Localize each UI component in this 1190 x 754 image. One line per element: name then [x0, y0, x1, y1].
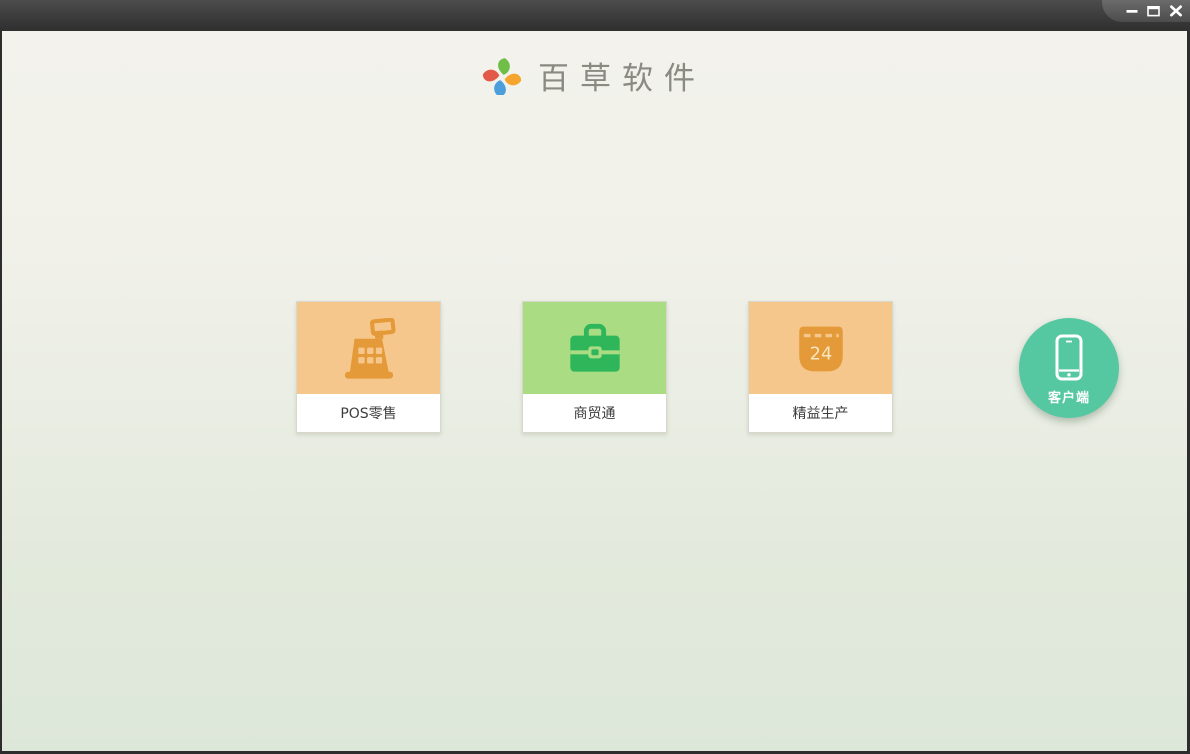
close-icon	[1169, 5, 1182, 17]
close-button[interactable]	[1168, 4, 1183, 19]
card-tile	[297, 302, 440, 396]
main-content: 百草软件 POS零售 商贸通 24 精益生产 客户端	[2, 31, 1187, 751]
minimize-button[interactable]	[1124, 4, 1139, 19]
product-card-lean[interactable]: 24 精益生产	[748, 301, 893, 433]
product-card-pos[interactable]: POS零售	[296, 301, 441, 433]
brand-name: 百草软件	[538, 61, 706, 97]
maximize-button[interactable]	[1146, 4, 1161, 19]
calendar-icon: 24	[798, 326, 843, 372]
product-card-trade[interactable]: 商贸通	[522, 301, 667, 433]
card-tile: 24	[749, 302, 892, 396]
brand-logo: 百草软件	[2, 53, 1187, 98]
window-controls	[1102, 0, 1190, 22]
maximize-icon	[1147, 5, 1160, 17]
card-tile	[523, 302, 666, 396]
minimize-icon	[1126, 10, 1137, 13]
client-button[interactable]: 客户端	[1019, 318, 1119, 418]
calendar-day-text: 24	[809, 344, 832, 365]
card-label: POS零售	[297, 394, 440, 432]
app-window: 百草软件 POS零售 商贸通 24 精益生产 客户端	[0, 0, 1190, 754]
card-label: 商贸通	[523, 394, 666, 432]
briefcase-icon	[569, 323, 620, 372]
smartphone-icon	[1055, 334, 1083, 381]
titlebar	[0, 0, 1190, 31]
cash-register-icon	[344, 318, 396, 379]
pinwheel-icon	[483, 56, 521, 95]
client-button-label: 客户端	[1047, 391, 1090, 406]
card-label: 精益生产	[749, 394, 892, 432]
